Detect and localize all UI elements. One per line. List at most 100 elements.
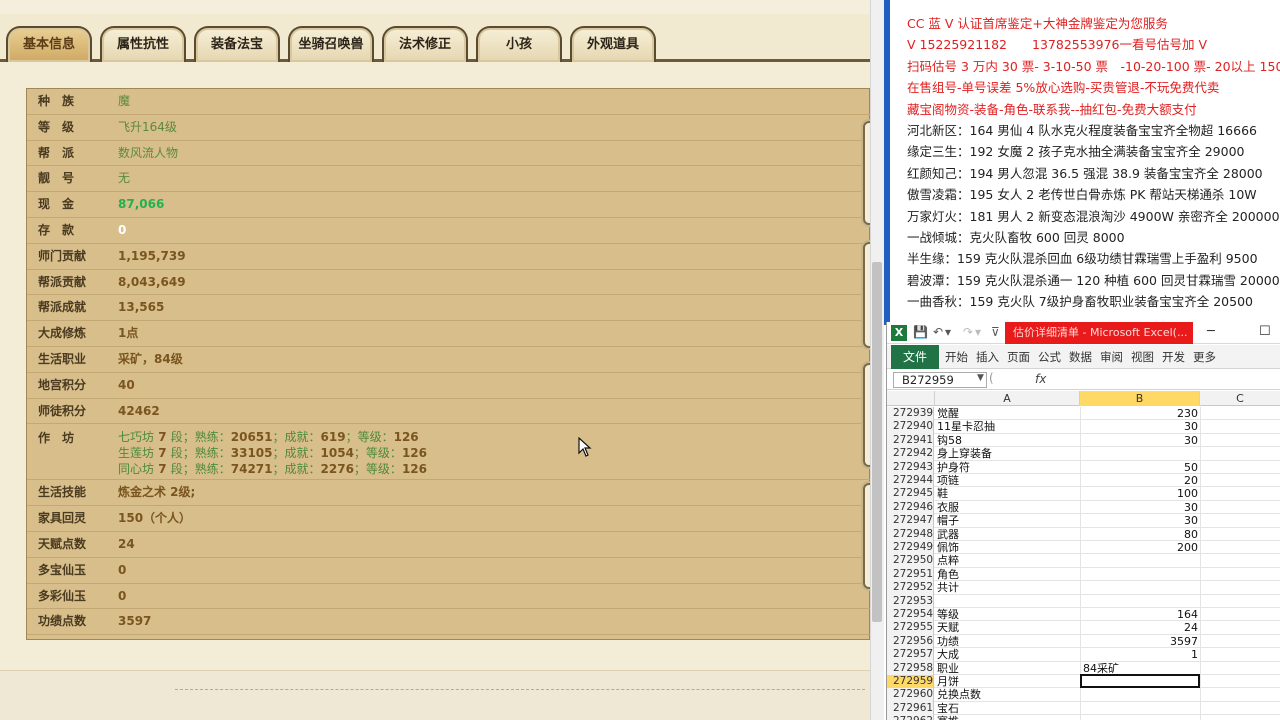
row-number[interactable]: 272942	[887, 447, 934, 461]
cell-a[interactable]: 赛推	[937, 715, 959, 720]
column-header-b[interactable]: B	[1080, 391, 1200, 406]
cell-a[interactable]: 帽子	[937, 514, 959, 527]
row-number[interactable]: 272960	[887, 688, 934, 702]
chevron-down-icon[interactable]: ▼	[977, 373, 984, 383]
row-number[interactable]: 272939	[887, 407, 934, 421]
row-number[interactable]: 272946	[887, 500, 934, 515]
row-number[interactable]: 272955	[887, 621, 934, 635]
cell-a[interactable]: 身上穿装备	[937, 447, 992, 460]
cancel-icon[interactable]: (	[989, 371, 994, 385]
row-number[interactable]: 272943	[887, 460, 934, 474]
ribbon-tab[interactable]: 插入	[976, 345, 999, 369]
selected-cell[interactable]	[1080, 674, 1200, 688]
cell-a[interactable]: 武器	[937, 528, 959, 541]
ribbon-tab[interactable]: 视图	[1131, 345, 1154, 369]
ribbon-tab[interactable]: 开始	[945, 345, 968, 369]
column-header-a[interactable]: A	[935, 391, 1080, 406]
row-number[interactable]: 272944	[887, 474, 934, 488]
cell-a[interactable]: 鞋	[937, 487, 948, 500]
cell-a[interactable]: 角色	[937, 568, 959, 581]
cell-a[interactable]: 钩58	[937, 434, 962, 447]
minimize-icon[interactable]: ─	[1207, 324, 1215, 339]
row-number[interactable]: 272952	[887, 581, 934, 595]
cell-a[interactable]: 大成	[937, 648, 959, 661]
row-number[interactable]: 272949	[887, 541, 934, 555]
tab-4[interactable]: 坐骑召唤兽	[288, 26, 374, 62]
maximize-icon[interactable]: ☐	[1259, 324, 1271, 339]
row-number[interactable]: 272940	[887, 420, 934, 434]
cell-a[interactable]: 天赋	[937, 621, 959, 634]
cell-b[interactable]: 30	[1080, 514, 1200, 527]
row-number[interactable]: 272954	[887, 608, 934, 622]
cell-b[interactable]: 30	[1080, 420, 1200, 433]
save-icon[interactable]: 💾	[913, 325, 928, 339]
cell-a[interactable]: 兑换点数	[937, 688, 981, 701]
cell-b[interactable]: 1	[1080, 648, 1200, 661]
row-number[interactable]: 272941	[887, 433, 934, 448]
ribbon-tab[interactable]: 开发	[1162, 345, 1185, 369]
cell-b[interactable]: 3597	[1080, 635, 1200, 648]
cell-b[interactable]: 230	[1080, 407, 1200, 420]
row-number[interactable]: 272961	[887, 701, 934, 716]
tab-1[interactable]: 基本信息	[6, 26, 92, 62]
row-number[interactable]: 272956	[887, 634, 934, 649]
cell-b[interactable]: 80	[1080, 528, 1200, 541]
tab-3[interactable]: 装备法宝	[194, 26, 280, 62]
cell-a[interactable]: 职业	[937, 662, 959, 675]
row-number[interactable]: 272948	[887, 527, 934, 541]
undo-icon[interactable]: ↶	[933, 325, 943, 339]
cell-b[interactable]: 20	[1080, 474, 1200, 487]
cell-a[interactable]: 项链	[937, 474, 959, 487]
cell-a[interactable]: 11星卡忍抽	[937, 420, 995, 433]
sheet-grid[interactable]: 272939 觉醒 230 272940 11星卡忍抽 30 272941 钩58 30 2729…	[887, 407, 1280, 720]
cell-a[interactable]: 点粹	[937, 554, 959, 567]
function-icon[interactable]: fx	[1035, 372, 1046, 386]
column-header-c[interactable]: C	[1200, 391, 1280, 406]
cell-b[interactable]: 164	[1080, 608, 1200, 621]
tab-5[interactable]: 法术修正	[382, 26, 468, 62]
side-button-3[interactable]: 我的还价	[863, 363, 870, 467]
select-all-corner[interactable]	[887, 391, 935, 406]
cell-a[interactable]: 衣服	[937, 501, 959, 514]
ribbon-tab[interactable]: 数据	[1069, 345, 1092, 369]
cell-b[interactable]: 84采矿	[1080, 662, 1200, 675]
side-button-2[interactable]: 足迹	[863, 242, 870, 348]
ribbon-tab[interactable]: 更多	[1193, 345, 1216, 369]
ribbon-tab[interactable]: 审阅	[1100, 345, 1123, 369]
cell-b[interactable]: 200	[1080, 541, 1200, 554]
cell-a[interactable]: 宝石	[937, 702, 959, 715]
tab-7[interactable]: 外观道具	[570, 26, 656, 62]
row-number[interactable]: 272947	[887, 514, 934, 528]
cell-b[interactable]: 100	[1080, 487, 1200, 500]
cell-b[interactable]: 24	[1080, 621, 1200, 634]
cell-a[interactable]: 功绩	[937, 635, 959, 648]
cell-b[interactable]: 30	[1080, 434, 1200, 447]
customize-icon[interactable]: ⊽	[991, 325, 1000, 339]
tab-6[interactable]: 小孩	[476, 26, 562, 62]
file-tab[interactable]: 文件	[891, 345, 939, 369]
redo-icon[interactable]: ↷	[963, 325, 973, 339]
cell-a[interactable]: 等级	[937, 608, 959, 621]
cell-a[interactable]: 佩饰	[937, 541, 959, 554]
cell-a[interactable]: 月饼	[937, 675, 959, 688]
tab-2[interactable]: 属性抗性	[100, 26, 186, 62]
cell-a[interactable]: 觉醒	[937, 407, 959, 420]
cell-b[interactable]: 50	[1080, 461, 1200, 474]
page-scrollbar-thumb[interactable]	[872, 262, 882, 622]
row-number[interactable]: 272957	[887, 648, 934, 662]
row-number[interactable]: 272951	[887, 567, 934, 582]
row-number[interactable]: 272950	[887, 554, 934, 568]
cell-a[interactable]: 护身符	[937, 461, 970, 474]
row-number[interactable]: 272958	[887, 661, 934, 675]
dropdown-icon[interactable]: ▾	[945, 325, 951, 339]
cell-a[interactable]: 共计	[937, 581, 959, 594]
row-number[interactable]: 272945	[887, 487, 934, 501]
side-button-4[interactable]: 返回顶部	[863, 483, 870, 589]
name-box[interactable]: B272959	[893, 372, 987, 388]
cell-b[interactable]: 30	[1080, 501, 1200, 514]
dropdown-icon[interactable]: ▾	[975, 325, 981, 339]
row-number[interactable]: 272959	[887, 675, 934, 689]
side-button-1[interactable]: 我的收藏	[863, 121, 870, 225]
ribbon-tab[interactable]: 页面	[1007, 345, 1030, 369]
row-number[interactable]: 272962	[887, 715, 934, 720]
